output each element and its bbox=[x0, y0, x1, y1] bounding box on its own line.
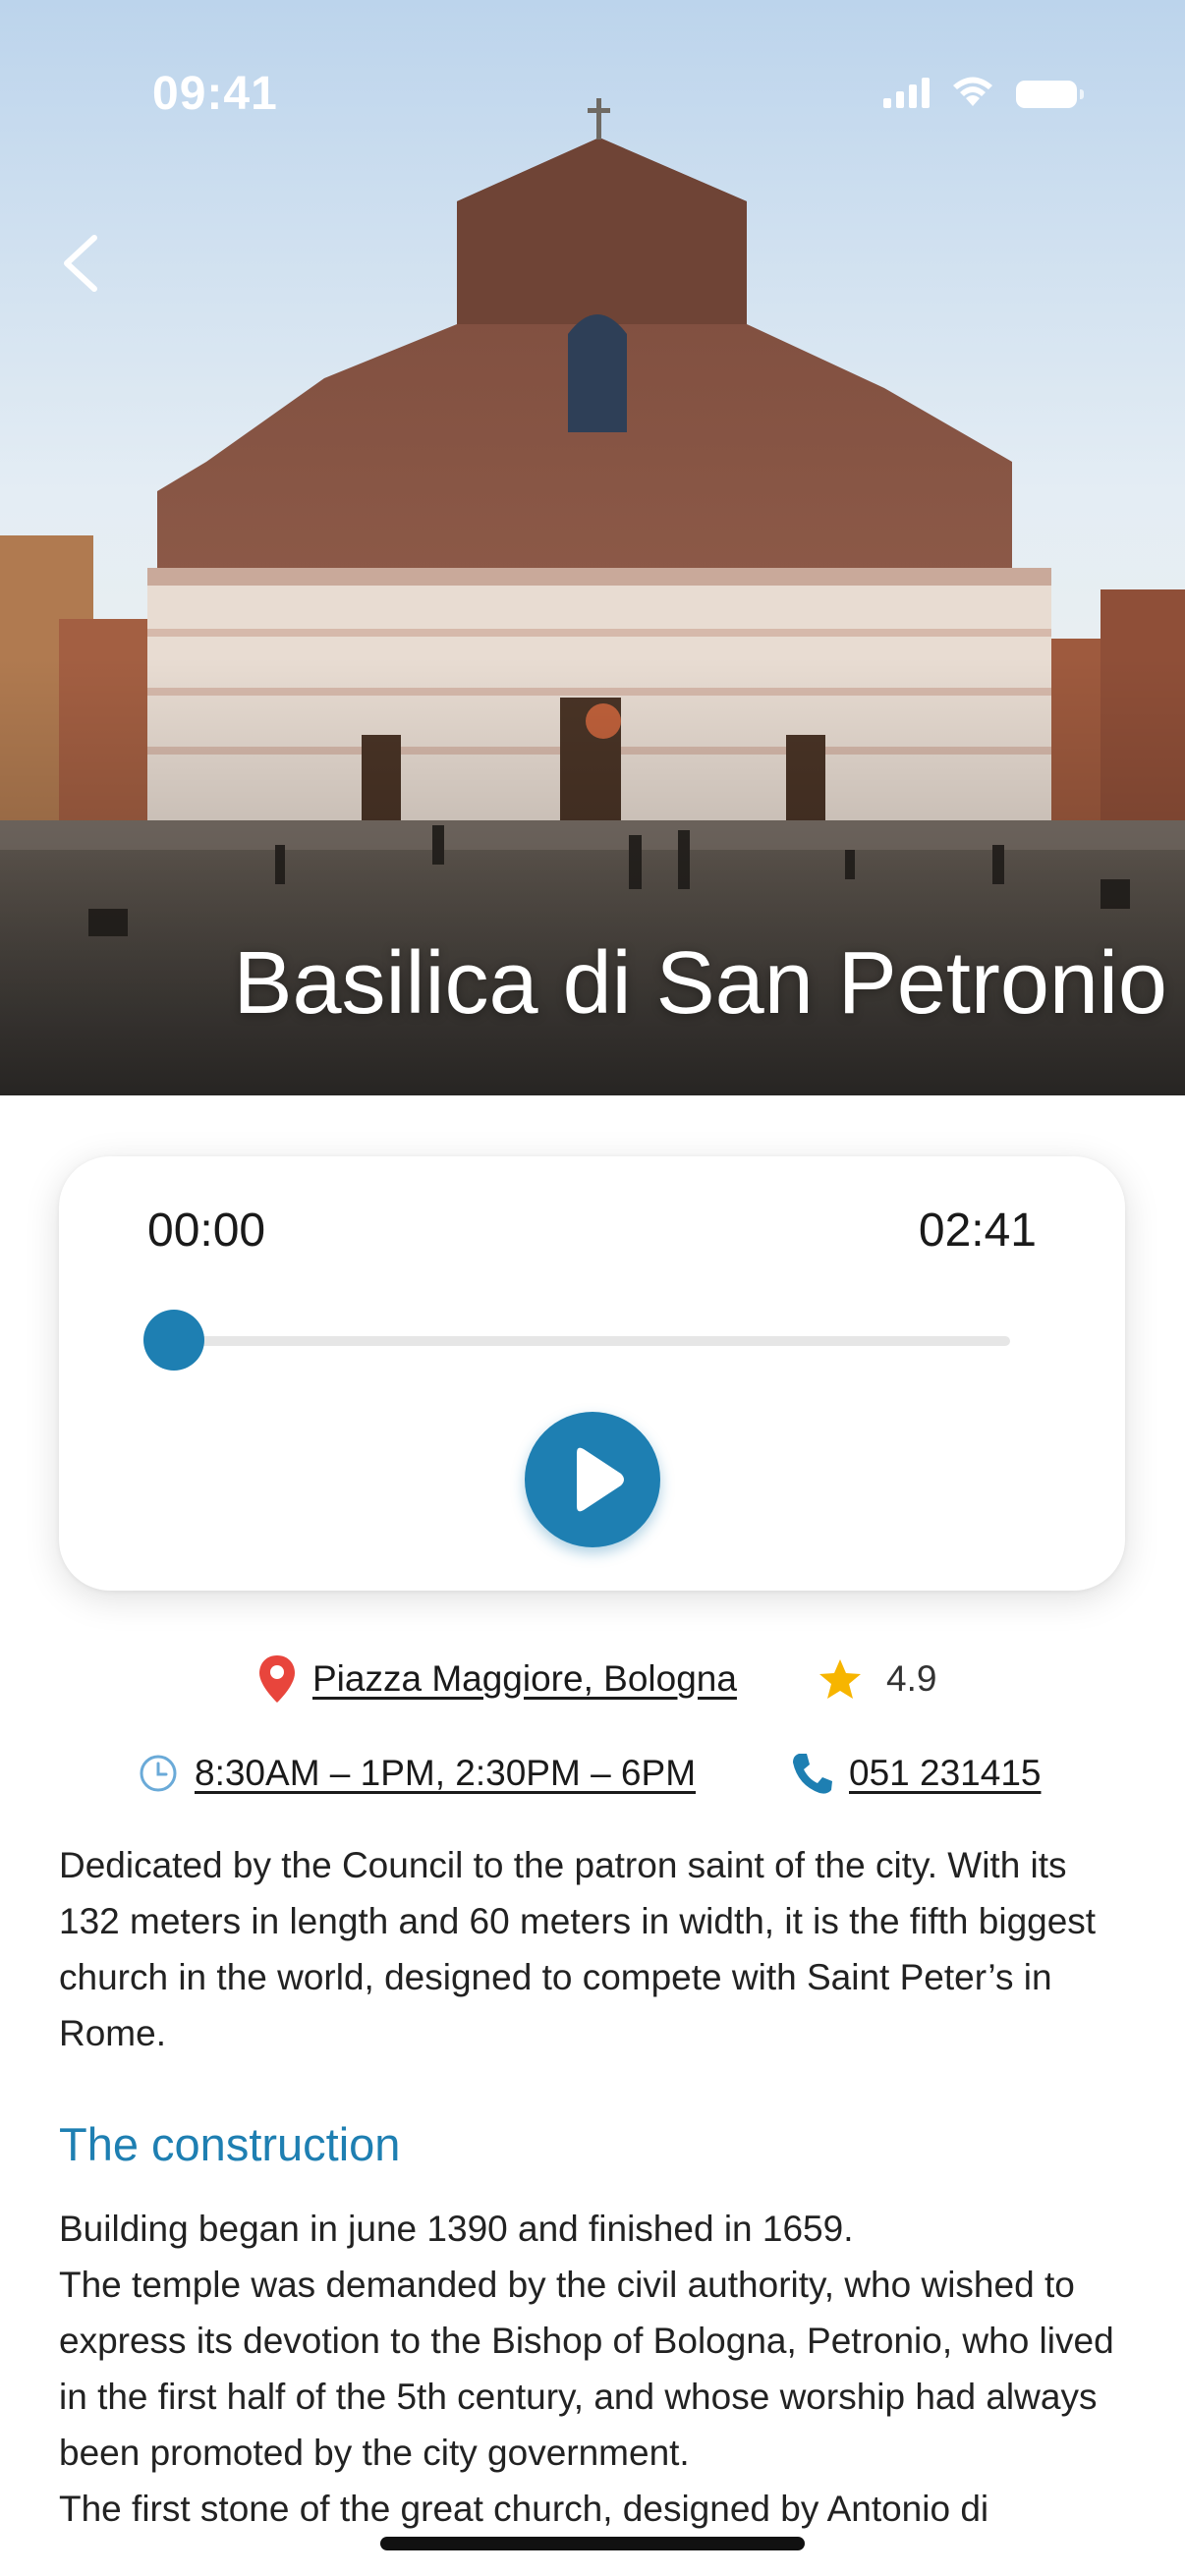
section-body: Building began in june 1390 and finished… bbox=[59, 2201, 1140, 2537]
play-button[interactable] bbox=[525, 1412, 660, 1547]
section-paragraph: Building began in june 1390 and finished… bbox=[59, 2209, 854, 2249]
address-link[interactable]: Piazza Maggiore, Bologna bbox=[257, 1645, 737, 1713]
phone-link[interactable]: 051 231415 bbox=[790, 1739, 1041, 1808]
rating: 4.9 bbox=[818, 1645, 936, 1713]
rating-value: 4.9 bbox=[886, 1658, 937, 1699]
phone-icon bbox=[793, 1754, 832, 1794]
total-time: 02:41 bbox=[918, 1204, 1037, 1257]
chevron-left-icon bbox=[64, 235, 97, 292]
address-text: Piazza Maggiore, Bologna bbox=[312, 1658, 737, 1699]
section-paragraph: The temple was demanded by the civil aut… bbox=[59, 2265, 1114, 2473]
section-paragraph: The first stone of the great church, des… bbox=[59, 2489, 989, 2529]
hours-text: 8:30AM – 1PM, 2:30PM – 6PM bbox=[195, 1753, 697, 1793]
play-icon bbox=[577, 1447, 624, 1512]
info-row-location: Piazza Maggiore, Bologna 4.9 bbox=[0, 1645, 1185, 1713]
status-bar: 09:41 bbox=[0, 0, 1185, 128]
star-icon bbox=[819, 1659, 861, 1699]
place-title: Basilica di San Petronio bbox=[233, 934, 1167, 1033]
basilica-photo bbox=[0, 0, 1185, 1095]
battery-icon bbox=[1016, 81, 1084, 108]
cellular-signal-icon bbox=[883, 77, 930, 108]
place-detail-screen: 09:41 Basilica di San Petronio 00:00 02:… bbox=[0, 0, 1185, 2576]
progress-slider[interactable] bbox=[175, 1336, 1010, 1346]
place-description: Dedicated by the Council to the patron s… bbox=[59, 1845, 1097, 2053]
phone-text: 051 231415 bbox=[849, 1753, 1042, 1793]
info-row-contact: 8:30AM – 1PM, 2:30PM – 6PM 051 231415 bbox=[0, 1739, 1185, 1808]
opening-hours[interactable]: 8:30AM – 1PM, 2:30PM – 6PM bbox=[138, 1739, 696, 1808]
location-pin-icon bbox=[259, 1655, 295, 1703]
status-time: 09:41 bbox=[152, 68, 278, 120]
home-indicator bbox=[380, 2537, 805, 2550]
back-button[interactable] bbox=[47, 224, 116, 303]
audio-player-card: 00:00 02:41 bbox=[59, 1156, 1125, 1591]
progress-thumb[interactable] bbox=[143, 1310, 204, 1371]
status-icons bbox=[883, 77, 1084, 108]
current-time: 00:00 bbox=[147, 1204, 266, 1257]
section-heading: The construction bbox=[59, 2118, 401, 2170]
clock-icon bbox=[140, 1755, 177, 1792]
wifi-icon bbox=[953, 77, 992, 106]
hero-image: 09:41 Basilica di San Petronio bbox=[0, 0, 1185, 1095]
